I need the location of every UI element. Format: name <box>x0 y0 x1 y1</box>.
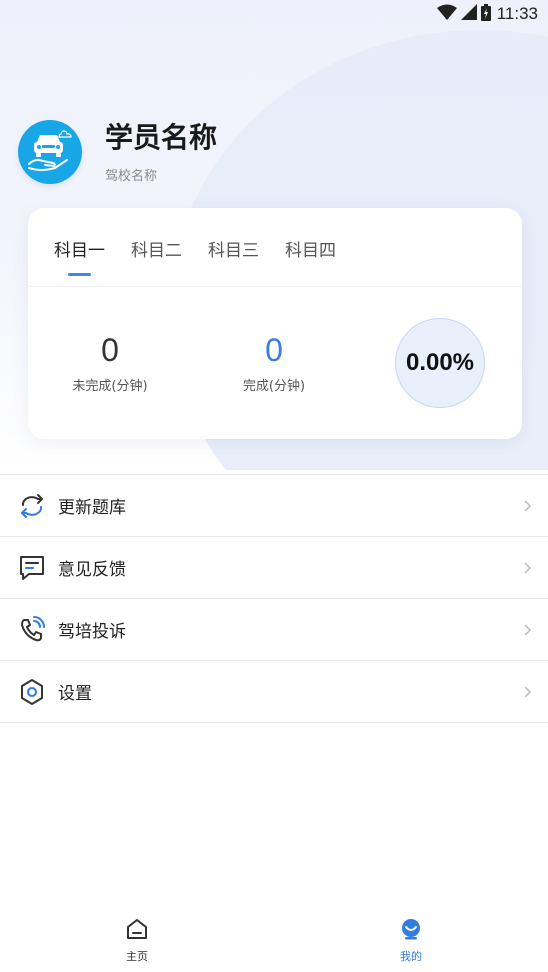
complete-stat: 0 完成(分钟) <box>214 332 334 394</box>
bottom-tab-bar: 主页 我的 <box>0 910 548 972</box>
status-bar: 11:33 <box>0 0 548 28</box>
incomplete-label: 未完成(分钟) <box>72 379 148 394</box>
complete-label: 完成(分钟) <box>242 379 306 394</box>
tab-home-label: 主页 <box>126 950 148 963</box>
wifi-icon <box>436 4 457 24</box>
menu-item-complaint[interactable]: 驾培投诉 <box>0 599 548 661</box>
study-progress-card: 科目一 科目二 科目三 科目四 0 未完成(分钟) 0 完成(分钟) 0.00% <box>28 208 522 439</box>
menu-label-update-question-bank: 更新题库 <box>58 498 126 518</box>
chevron-right-icon <box>524 685 532 698</box>
progress-circle: 0.00% <box>395 318 485 408</box>
menu-label-feedback: 意见反馈 <box>58 560 126 580</box>
chevron-right-icon <box>524 561 532 574</box>
menu-label-settings: 设置 <box>58 684 92 704</box>
settings-icon <box>18 678 46 706</box>
card-divider <box>28 286 522 287</box>
school-name: 驾校名称 <box>105 168 158 184</box>
chevron-right-icon <box>524 623 532 636</box>
home-icon <box>125 918 149 944</box>
tab-profile[interactable]: 我的 <box>351 918 471 964</box>
feedback-icon <box>18 554 46 582</box>
avatar[interactable] <box>18 120 82 184</box>
student-name: 学员名称 <box>105 120 218 154</box>
menu-item-feedback[interactable]: 意见反馈 <box>0 537 548 599</box>
menu-label-complaint: 驾培投诉 <box>58 622 126 642</box>
profile-icon <box>399 918 423 944</box>
phone-complaint-icon <box>18 615 46 644</box>
profile-header: 学员名称 驾校名称 <box>18 120 217 184</box>
progress-percentage: 0.00% <box>405 349 475 376</box>
menu-item-settings[interactable]: 设置 <box>0 661 548 723</box>
tab-home[interactable]: 主页 <box>77 918 197 964</box>
tab-subject-3[interactable]: 科目三 <box>208 236 259 271</box>
car-hand-icon <box>27 128 73 176</box>
tab-subject-4[interactable]: 科目四 <box>285 236 336 271</box>
signal-icon <box>460 4 477 24</box>
complete-minutes: 0 <box>265 332 283 368</box>
incomplete-minutes: 0 <box>101 332 119 368</box>
settings-menu: 更新题库 意见反馈 驾培投诉 设置 <box>0 474 548 723</box>
refresh-icon <box>18 492 46 520</box>
tab-subject-1[interactable]: 科目一 <box>54 236 105 276</box>
tab-subject-2[interactable]: 科目二 <box>131 236 182 271</box>
incomplete-stat: 0 未完成(分钟) <box>50 332 170 394</box>
chevron-right-icon <box>524 499 532 512</box>
subject-tabs: 科目一 科目二 科目三 科目四 <box>54 236 362 276</box>
status-time: 11:33 <box>496 4 538 23</box>
battery-icon <box>480 3 491 25</box>
tab-profile-label: 我的 <box>400 950 422 963</box>
menu-item-update-question-bank[interactable]: 更新题库 <box>0 475 548 537</box>
